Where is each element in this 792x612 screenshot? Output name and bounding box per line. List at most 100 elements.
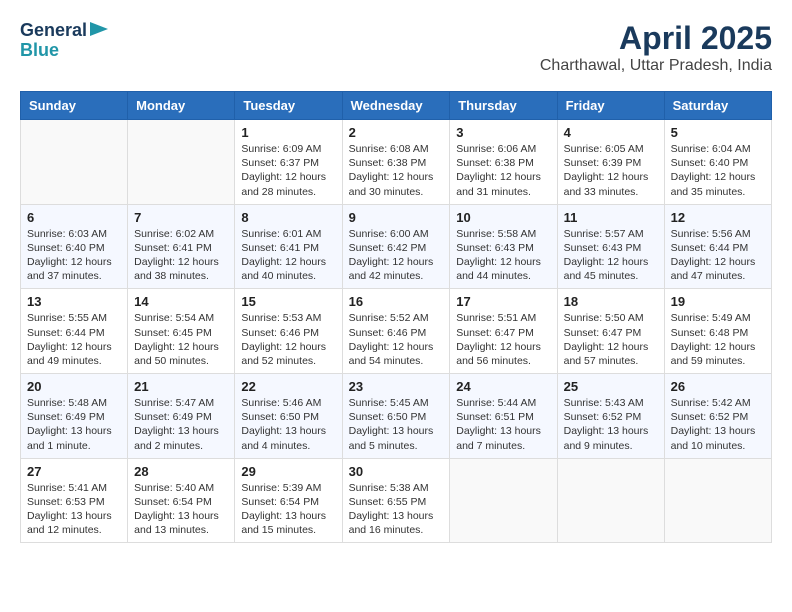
calendar-cell: 20Sunrise: 5:48 AMSunset: 6:49 PMDayligh… (21, 374, 128, 459)
day-info: Sunrise: 5:49 AM (671, 311, 765, 325)
day-info: Sunset: 6:40 PM (27, 241, 121, 255)
header-sunday: Sunday (21, 92, 128, 120)
header-thursday: Thursday (450, 92, 557, 120)
day-info: Daylight: 12 hours and 35 minutes. (671, 170, 765, 198)
calendar-cell: 14Sunrise: 5:54 AMSunset: 6:45 PMDayligh… (128, 289, 235, 374)
calendar-cell: 30Sunrise: 5:38 AMSunset: 6:55 PMDayligh… (342, 458, 450, 543)
calendar-cell (664, 458, 771, 543)
day-info: Sunset: 6:52 PM (564, 410, 658, 424)
day-info: Sunrise: 5:44 AM (456, 396, 550, 410)
day-info: Sunset: 6:50 PM (241, 410, 335, 424)
day-info: Daylight: 13 hours and 1 minute. (27, 424, 121, 452)
calendar-week-row: 1Sunrise: 6:09 AMSunset: 6:37 PMDaylight… (21, 120, 772, 205)
calendar-cell: 11Sunrise: 5:57 AMSunset: 6:43 PMDayligh… (557, 204, 664, 289)
day-number: 27 (27, 464, 121, 479)
day-info: Sunset: 6:42 PM (349, 241, 444, 255)
calendar-cell: 6Sunrise: 6:03 AMSunset: 6:40 PMDaylight… (21, 204, 128, 289)
day-info: Sunrise: 6:02 AM (134, 227, 228, 241)
day-info: Sunrise: 6:06 AM (456, 142, 550, 156)
calendar-cell: 25Sunrise: 5:43 AMSunset: 6:52 PMDayligh… (557, 374, 664, 459)
day-number: 17 (456, 294, 550, 309)
day-info: Sunset: 6:47 PM (456, 326, 550, 340)
day-info: Daylight: 12 hours and 47 minutes. (671, 255, 765, 283)
day-number: 18 (564, 294, 658, 309)
day-info: Sunset: 6:43 PM (456, 241, 550, 255)
day-info: Daylight: 13 hours and 9 minutes. (564, 424, 658, 452)
day-number: 11 (564, 210, 658, 225)
calendar-cell: 3Sunrise: 6:06 AMSunset: 6:38 PMDaylight… (450, 120, 557, 205)
day-info: Sunset: 6:37 PM (241, 156, 335, 170)
day-number: 20 (27, 379, 121, 394)
day-info: Sunset: 6:44 PM (27, 326, 121, 340)
day-info: Sunrise: 5:52 AM (349, 311, 444, 325)
day-info: Daylight: 12 hours and 57 minutes. (564, 340, 658, 368)
day-info: Sunset: 6:49 PM (134, 410, 228, 424)
day-info: Sunset: 6:47 PM (564, 326, 658, 340)
calendar-cell: 22Sunrise: 5:46 AMSunset: 6:50 PMDayligh… (235, 374, 342, 459)
day-info: Daylight: 13 hours and 7 minutes. (456, 424, 550, 452)
day-info: Daylight: 12 hours and 49 minutes. (27, 340, 121, 368)
calendar-cell: 9Sunrise: 6:00 AMSunset: 6:42 PMDaylight… (342, 204, 450, 289)
calendar-cell: 15Sunrise: 5:53 AMSunset: 6:46 PMDayligh… (235, 289, 342, 374)
day-info: Sunset: 6:43 PM (564, 241, 658, 255)
day-info: Daylight: 12 hours and 33 minutes. (564, 170, 658, 198)
title-block: April 2025 Charthawal, Uttar Pradesh, In… (540, 20, 772, 75)
header-wednesday: Wednesday (342, 92, 450, 120)
day-info: Sunset: 6:46 PM (349, 326, 444, 340)
day-info: Sunrise: 5:55 AM (27, 311, 121, 325)
day-info: Daylight: 12 hours and 28 minutes. (241, 170, 335, 198)
calendar-cell: 19Sunrise: 5:49 AMSunset: 6:48 PMDayligh… (664, 289, 771, 374)
day-info: Sunset: 6:54 PM (134, 495, 228, 509)
day-info: Daylight: 12 hours and 59 minutes. (671, 340, 765, 368)
day-info: Daylight: 13 hours and 13 minutes. (134, 509, 228, 537)
logo-arrow-icon (90, 22, 108, 36)
calendar-cell: 29Sunrise: 5:39 AMSunset: 6:54 PMDayligh… (235, 458, 342, 543)
day-info: Sunrise: 5:51 AM (456, 311, 550, 325)
day-info: Daylight: 13 hours and 4 minutes. (241, 424, 335, 452)
day-info: Sunrise: 6:08 AM (349, 142, 444, 156)
day-info: Daylight: 12 hours and 38 minutes. (134, 255, 228, 283)
day-info: Sunset: 6:52 PM (671, 410, 765, 424)
calendar-cell: 4Sunrise: 6:05 AMSunset: 6:39 PMDaylight… (557, 120, 664, 205)
calendar-cell: 1Sunrise: 6:09 AMSunset: 6:37 PMDaylight… (235, 120, 342, 205)
day-info: Daylight: 13 hours and 16 minutes. (349, 509, 444, 537)
day-info: Sunset: 6:40 PM (671, 156, 765, 170)
calendar-cell: 21Sunrise: 5:47 AMSunset: 6:49 PMDayligh… (128, 374, 235, 459)
day-number: 7 (134, 210, 228, 225)
day-number: 28 (134, 464, 228, 479)
day-info: Sunset: 6:39 PM (564, 156, 658, 170)
day-info: Daylight: 13 hours and 5 minutes. (349, 424, 444, 452)
day-info: Daylight: 12 hours and 37 minutes. (27, 255, 121, 283)
day-info: Sunset: 6:55 PM (349, 495, 444, 509)
calendar-cell: 8Sunrise: 6:01 AMSunset: 6:41 PMDaylight… (235, 204, 342, 289)
day-number: 29 (241, 464, 335, 479)
calendar-cell: 12Sunrise: 5:56 AMSunset: 6:44 PMDayligh… (664, 204, 771, 289)
day-number: 14 (134, 294, 228, 309)
day-info: Sunset: 6:45 PM (134, 326, 228, 340)
day-number: 24 (456, 379, 550, 394)
header-friday: Friday (557, 92, 664, 120)
day-info: Sunrise: 6:04 AM (671, 142, 765, 156)
day-number: 13 (27, 294, 121, 309)
calendar-cell (128, 120, 235, 205)
day-info: Sunrise: 5:46 AM (241, 396, 335, 410)
day-info: Sunset: 6:53 PM (27, 495, 121, 509)
calendar-header-row: SundayMondayTuesdayWednesdayThursdayFrid… (21, 92, 772, 120)
day-number: 3 (456, 125, 550, 140)
day-info: Daylight: 13 hours and 15 minutes. (241, 509, 335, 537)
day-number: 16 (349, 294, 444, 309)
day-info: Sunrise: 6:00 AM (349, 227, 444, 241)
day-number: 15 (241, 294, 335, 309)
calendar-week-row: 20Sunrise: 5:48 AMSunset: 6:49 PMDayligh… (21, 374, 772, 459)
day-number: 12 (671, 210, 765, 225)
day-info: Sunset: 6:54 PM (241, 495, 335, 509)
day-info: Sunset: 6:48 PM (671, 326, 765, 340)
day-number: 4 (564, 125, 658, 140)
day-info: Sunrise: 5:41 AM (27, 481, 121, 495)
header-monday: Monday (128, 92, 235, 120)
calendar-cell: 2Sunrise: 6:08 AMSunset: 6:38 PMDaylight… (342, 120, 450, 205)
day-number: 2 (349, 125, 444, 140)
day-info: Daylight: 13 hours and 2 minutes. (134, 424, 228, 452)
page-title: April 2025 (540, 20, 772, 57)
calendar-cell: 5Sunrise: 6:04 AMSunset: 6:40 PMDaylight… (664, 120, 771, 205)
